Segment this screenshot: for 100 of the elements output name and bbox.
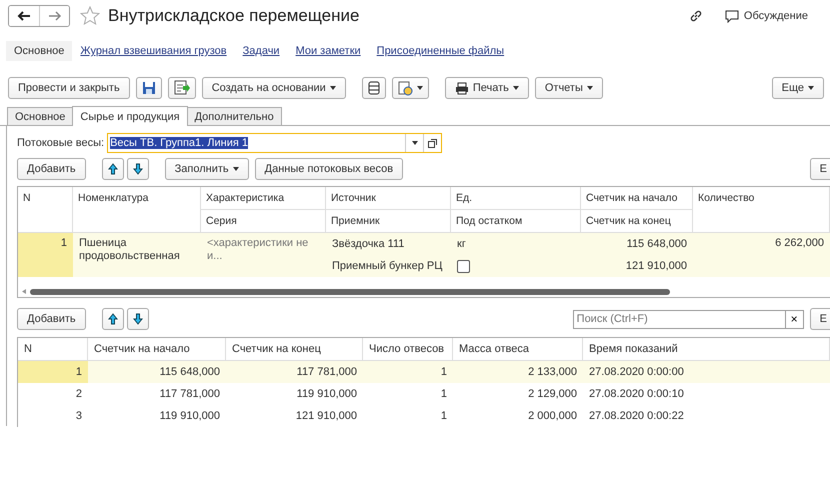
nav-link[interactable]: Журнал взвешивания грузов bbox=[72, 41, 235, 61]
document-arrow-button[interactable] bbox=[168, 77, 196, 99]
column-header: Счетчик на начало bbox=[585, 191, 678, 206]
column-header: Количество bbox=[697, 191, 756, 206]
table-cell-text: Звёздочка 111 bbox=[331, 237, 406, 252]
table-cell-text: 121 910,000 bbox=[624, 259, 688, 274]
save-button[interactable] bbox=[136, 77, 162, 99]
caret-icon bbox=[330, 86, 336, 90]
discussion-button[interactable]: Обсуждение bbox=[718, 8, 814, 24]
table-cell-text: 1 bbox=[440, 365, 448, 380]
table-cell-text: 3 bbox=[74, 409, 83, 424]
speech-bubble-icon bbox=[724, 10, 739, 22]
list-icon bbox=[368, 81, 380, 95]
column-header: Масса отвеса bbox=[453, 338, 583, 360]
column-header: Серия bbox=[201, 209, 325, 232]
search-field[interactable]: Поиск (Ctrl+F) bbox=[572, 310, 786, 328]
table-cell-text: 6 262,000 bbox=[774, 236, 825, 251]
star-icon[interactable] bbox=[80, 6, 100, 26]
move-down-button[interactable] bbox=[126, 308, 149, 330]
column-header: Счетчик на конец bbox=[581, 209, 692, 232]
reports-button[interactable]: Отчеты bbox=[534, 77, 603, 99]
column-header: Характеристика bbox=[205, 191, 286, 206]
document-clock-icon bbox=[398, 80, 413, 96]
down-arrow-icon bbox=[132, 313, 143, 325]
table-cell-text: 115 648,000 bbox=[626, 237, 688, 252]
move-down-button[interactable] bbox=[126, 158, 149, 180]
tab[interactable]: Основное bbox=[7, 107, 74, 125]
list-button[interactable] bbox=[362, 77, 386, 99]
caret-icon[interactable] bbox=[412, 141, 418, 145]
document-arrow-icon bbox=[174, 80, 190, 96]
move-up-button[interactable] bbox=[102, 308, 124, 330]
column-header: Число отвесов bbox=[363, 338, 453, 360]
caret-icon bbox=[512, 86, 519, 90]
table-cell-text: кг bbox=[456, 237, 467, 252]
up-arrow-icon bbox=[108, 313, 118, 325]
nav-link[interactable]: Мои заметки bbox=[288, 41, 369, 61]
table-cell-text: 115 648,000 bbox=[158, 365, 221, 380]
post-and-close-button[interactable]: Провести и закрыть bbox=[8, 77, 130, 99]
back-arrow-icon bbox=[17, 11, 31, 21]
table-cell-text: 121 910,000 bbox=[294, 409, 358, 424]
table-cell-text: 117 781,000 bbox=[158, 387, 221, 402]
table-cell-text: 27.08.2020 0:00:00 bbox=[588, 365, 685, 380]
move-up-button[interactable] bbox=[102, 158, 124, 180]
scales-data-button[interactable]: Данные потоковых весов bbox=[254, 158, 404, 180]
table-cell-text: 2 000,000 bbox=[527, 409, 578, 424]
column-header: Под остатком bbox=[451, 209, 580, 232]
column-header: Источник bbox=[330, 191, 377, 206]
nav-link[interactable]: Задачи bbox=[234, 41, 288, 61]
column-header: Счетчик на конец bbox=[226, 338, 363, 360]
caret-icon bbox=[232, 167, 239, 171]
document-clock-button[interactable] bbox=[392, 77, 429, 99]
scales-field[interactable]: Весы ТВ. Группа1. Линия 1 bbox=[107, 133, 442, 153]
table-cell: 1 bbox=[18, 361, 88, 383]
scrollbar-thumb[interactable] bbox=[30, 288, 670, 294]
scroll-left-icon[interactable] bbox=[22, 289, 26, 294]
more-button[interactable]: Е bbox=[810, 308, 830, 330]
caret-icon bbox=[808, 86, 814, 90]
down-arrow-icon bbox=[132, 163, 143, 175]
nav-link[interactable]: Присоединенные файлы bbox=[368, 41, 512, 61]
add-button[interactable]: Добавить bbox=[17, 158, 86, 180]
table-cell-text: 2 129,000 bbox=[527, 387, 578, 402]
field-label: Потоковые весы: bbox=[17, 137, 104, 149]
nav-link[interactable]: Основное bbox=[6, 41, 72, 61]
caret-icon bbox=[416, 86, 423, 90]
clear-button[interactable]: × bbox=[786, 310, 804, 328]
table-cell-text: 27.08.2020 0:00:22 bbox=[588, 409, 685, 424]
table-cell-text: 1 bbox=[440, 387, 448, 402]
table-cell-text: 2 bbox=[74, 387, 83, 402]
tab[interactable]: Сырье и продукция bbox=[72, 106, 188, 126]
fill-button[interactable]: Заполнить bbox=[164, 158, 249, 180]
link-icon[interactable] bbox=[688, 9, 703, 23]
table-cell: 1 bbox=[18, 233, 73, 277]
table-cell-text: 1 bbox=[440, 409, 448, 424]
forward-arrow-icon bbox=[48, 11, 62, 21]
column-header: Время показаний bbox=[583, 338, 830, 360]
open-window-icon[interactable] bbox=[428, 138, 438, 148]
column-header: Приемник bbox=[326, 209, 450, 232]
window-title: Внутрискладское перемещение bbox=[108, 6, 360, 26]
column-header: N bbox=[18, 338, 88, 360]
table-cell-text: 27.08.2020 0:00:10 bbox=[588, 387, 685, 402]
caret-icon bbox=[586, 86, 593, 90]
table-cell-text: 119 910,000 bbox=[296, 387, 358, 402]
column-header: Ед. bbox=[455, 191, 474, 206]
table-cell-text: 2 133,000 bbox=[527, 365, 578, 380]
table-cell-text: Пшеница продовольственная bbox=[78, 236, 181, 264]
print-button[interactable]: Печать bbox=[444, 77, 529, 99]
table-cell-text: Приемный бункер РЦ bbox=[331, 259, 444, 274]
column-header: Номенклатура bbox=[77, 191, 150, 206]
add-button[interactable]: Добавить bbox=[17, 308, 86, 330]
printer-icon bbox=[454, 82, 469, 94]
checkbox[interactable] bbox=[457, 260, 470, 273]
column-header: Счетчик на начало bbox=[88, 338, 226, 360]
more-button[interactable]: Еще bbox=[772, 77, 824, 99]
more-button[interactable]: Е bbox=[810, 158, 830, 180]
tab[interactable]: Дополнительно bbox=[186, 107, 282, 125]
table-cell-text: 117 781,000 bbox=[296, 365, 358, 380]
table-cell-text: 119 910,000 bbox=[158, 409, 221, 424]
up-arrow-icon bbox=[108, 163, 118, 175]
column-header: N bbox=[22, 191, 32, 206]
create-based-on-button[interactable]: Создать на основании bbox=[202, 77, 346, 99]
